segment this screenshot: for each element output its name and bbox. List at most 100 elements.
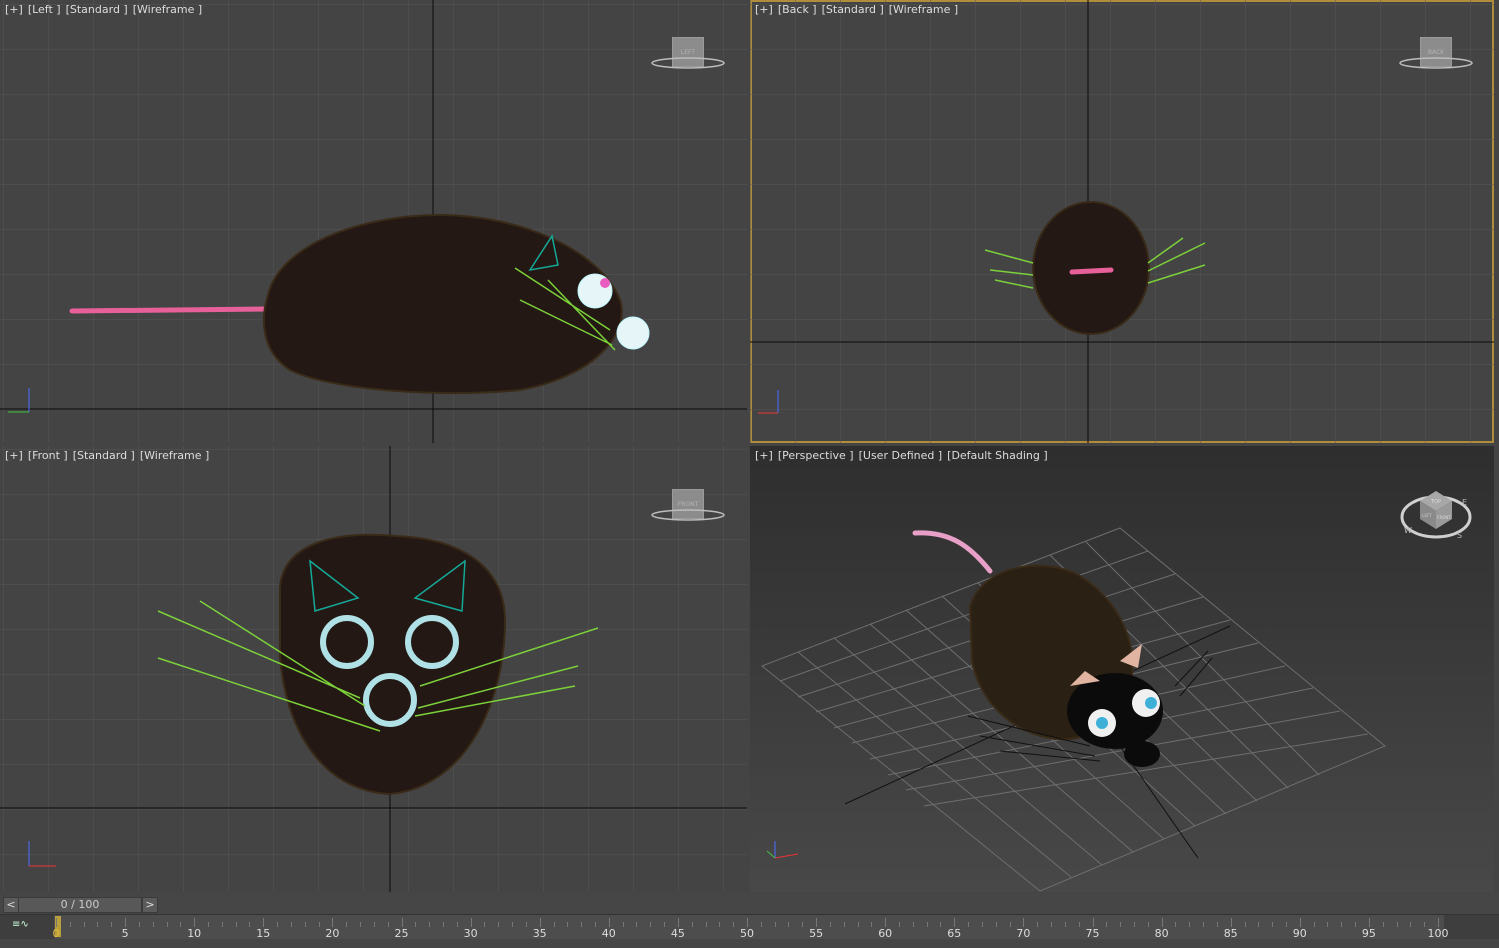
trackbar-tick [166,922,168,927]
time-slider[interactable]: 0 / 100 [18,897,142,913]
trackbar-tick-label: 90 [1292,927,1307,940]
trackbar-tick [1051,922,1053,927]
trackbar-tick [1424,922,1426,927]
viewport-front-label[interactable]: [+] [Front ] [Standard ] [Wireframe ] [5,449,209,462]
trackbar-tick [180,922,182,927]
trackbar-tick [1299,918,1301,927]
trackbar-tick [1341,922,1343,927]
trackbar-tick [705,922,707,927]
trackbar-tick [664,922,666,927]
viewport-mode-menu[interactable]: [Standard ] [822,3,884,16]
trackbar-tick [539,918,541,927]
compass-w: W [1404,526,1412,535]
trackbar[interactable]: 0 5 10 15 20 25 30 35 40 45 50 55 60 65 70 75 80 85 90 95 10… [53,915,1449,940]
viewport-pov-menu[interactable]: [Perspective ] [778,449,854,462]
viewcube-3d[interactable]: TOP FRONT LEFT W S E [1398,479,1474,545]
viewport-front[interactable]: [+] [Front ] [Standard ] [Wireframe ] FR… [0,446,747,892]
trackbar-tick [304,922,306,927]
trackbar-tick [747,918,748,927]
viewport-back[interactable]: [+] [Back ] [Standard ] [Wireframe ] BAC… [750,0,1494,443]
viewcube-perspective[interactable]: TOP FRONT LEFT W S E [1398,479,1474,545]
viewcube-front-face: FRONT [1437,515,1451,520]
viewcube-left[interactable]: LEFT [650,37,726,77]
viewport-pov-menu[interactable]: [Left ] [28,3,61,16]
trackbar-tick [1120,922,1122,927]
curve-editor-icon[interactable]: ≡∿ [12,919,32,933]
trackbar-tick [1133,922,1135,927]
viewport-shading-menu[interactable]: [Wireframe ] [889,3,958,16]
trackbar-tick [1161,918,1163,927]
viewport-left-scene [0,0,747,443]
trackbar-tick [125,918,127,927]
viewport-front-scene [0,446,747,892]
trackbar-tick [1106,922,1108,927]
trackbar-tick [484,922,486,927]
trackbar-tick [1216,922,1218,927]
trackbar-tick [1064,922,1066,927]
trackbar-tick-label: 100 [1427,927,1449,940]
viewport-shading-menu[interactable]: [Wireframe ] [140,449,209,462]
viewcube-front[interactable]: FRONT [650,489,726,529]
trackbar-tick [553,922,555,927]
trackbar-tick [235,922,237,927]
viewport-mode-menu[interactable]: [User Defined ] [859,449,943,462]
viewcube-back[interactable]: BACK [1398,37,1474,77]
trackbar-tick-label: 10 [187,927,202,940]
trackbar-tick-label: 55 [809,927,824,940]
trackbar-tick [1189,922,1191,927]
trackbar-tick [442,922,444,927]
trackbar-tick [111,922,113,927]
viewport-pov-menu[interactable]: [Back ] [778,3,817,16]
trackbar-tick [677,918,679,927]
viewport-menu-plus[interactable]: [+] [5,3,23,16]
trackbar-tick [138,922,140,927]
trackbar-tick [581,922,583,927]
trackbar-tick [995,922,997,927]
trackbar-tick [981,922,983,927]
viewport-left[interactable]: [+] [Left ] [Standard ] [Wireframe ] LEF… [0,0,747,443]
trackbar-tick [594,922,596,927]
viewport-mode-menu[interactable]: [Standard ] [73,449,135,462]
trackbar-tick-label: 50 [740,927,754,940]
trackbar-tick [470,918,472,927]
prev-frame-button[interactable]: < [3,897,19,913]
viewport-left-label[interactable]: [+] [Left ] [Standard ] [Wireframe ] [5,3,202,16]
viewport-mode-menu[interactable]: [Standard ] [66,3,128,16]
trackbar-tick [360,922,362,927]
trackbar-tick [760,922,762,927]
trackbar-tick [622,922,624,927]
trackbar-tick [608,918,610,927]
viewport-menu-plus[interactable]: [+] [755,449,773,462]
trackbar-tick [1258,922,1260,927]
trackbar-tick [871,922,873,927]
trackbar-tick [926,922,928,927]
trackbar-tick [774,922,776,927]
viewport-menu-plus[interactable]: [+] [755,3,773,16]
trackbar-tick [650,922,652,927]
trackbar-tick [277,922,279,927]
viewport-pov-menu[interactable]: [Front ] [28,449,68,462]
viewport-perspective-label[interactable]: [+] [Perspective ] [User Defined ] [Defa… [755,449,1048,462]
trackbar-tick [857,922,859,927]
trackbar-tick [1355,922,1357,927]
trackbar-tick [525,922,527,927]
viewport-shading-menu[interactable]: [Wireframe ] [133,3,202,16]
trackbar-tick-label: 40 [601,927,616,940]
trackbar-tick [56,918,57,927]
trackbar-tick [249,922,251,927]
trackbar-tick [1037,922,1039,927]
trackbar-tick-label: 65 [947,927,962,940]
viewport-shading-menu[interactable]: [Default Shading ] [947,449,1047,462]
trackbar-tick-label: 45 [670,927,685,940]
next-frame-button[interactable]: > [142,897,158,913]
viewport-perspective[interactable]: [+] [Perspective ] [User Defined ] [Defa… [750,446,1494,892]
trackbar-tick [968,922,970,927]
trackbar-tick [290,922,292,927]
trackbar-tick [1368,918,1370,927]
viewport-menu-plus[interactable]: [+] [5,449,23,462]
viewcube-ring [651,57,725,69]
trackbar-tick [429,922,431,927]
viewcube-ring [1399,57,1473,69]
viewport-back-scene [750,0,1494,443]
viewport-back-label[interactable]: [+] [Back ] [Standard ] [Wireframe ] [755,3,958,16]
